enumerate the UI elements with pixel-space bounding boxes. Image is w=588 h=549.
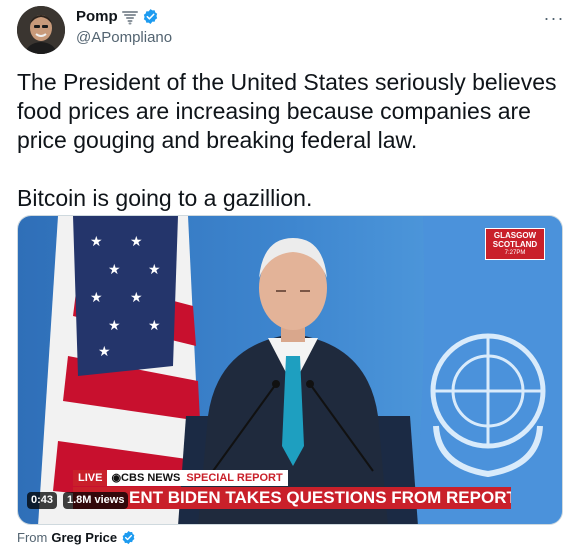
svg-text:★: ★ [90,233,103,249]
svg-text:★: ★ [90,289,103,305]
location-time: 7:27PM [504,250,526,256]
video-views: 1.8M views [63,492,129,509]
location-line-2: SCOTLAND [492,240,538,249]
svg-text:★: ★ [130,289,143,305]
verified-badge-icon [122,530,135,545]
chyron-headline: ENT BIDEN TAKES QUESTIONS FROM REPORTERS [73,487,511,509]
verified-badge-icon [143,9,157,24]
attribution-row: From Greg Price [17,530,136,545]
svg-text:★: ★ [108,261,121,277]
chyron-header: LIVE ◉CBS NEWS SPECIAL REPORT [73,470,288,486]
svg-text:★: ★ [148,317,161,333]
from-label: From [17,530,48,545]
author-name-row: Pomp [76,8,159,25]
tweet-text: The President of the United States serio… [17,68,572,213]
tornado-icon [121,10,138,24]
svg-text:★: ★ [130,233,143,249]
svg-text:★: ★ [108,317,121,333]
author-handle[interactable]: @APompliano [76,29,172,46]
location-line-1: GLASGOW [493,231,537,240]
more-options-icon: ··· [543,7,565,28]
avatar-photo [17,6,65,54]
tweet-paragraph-2: Bitcoin is going to a gazillion. [17,185,313,211]
svg-text:★: ★ [148,261,161,277]
from-user-link[interactable]: Greg Price [51,530,117,545]
display-name[interactable]: Pomp [76,8,118,25]
special-report-label: SPECIAL REPORT [184,470,288,486]
location-bug: GLASGOW SCOTLAND 7:27PM [485,228,545,260]
un-flag [413,216,562,524]
more-options-button[interactable]: ··· [540,6,568,30]
tweet-card: Pomp @APompliano ··· The President of th… [0,0,588,549]
avatar[interactable] [17,6,65,54]
video-duration: 0:43 [27,492,58,509]
svg-text:★: ★ [98,343,111,359]
video-player[interactable]: ★ ★ ★ ★ ★ ★ ★ ★ ★ GLASGOW SCOTLAND 7:27P… [17,215,563,525]
live-label: LIVE [73,470,108,486]
tweet-paragraph-1: The President of the United States serio… [17,69,557,153]
network-label: ◉CBS NEWS [107,470,185,486]
